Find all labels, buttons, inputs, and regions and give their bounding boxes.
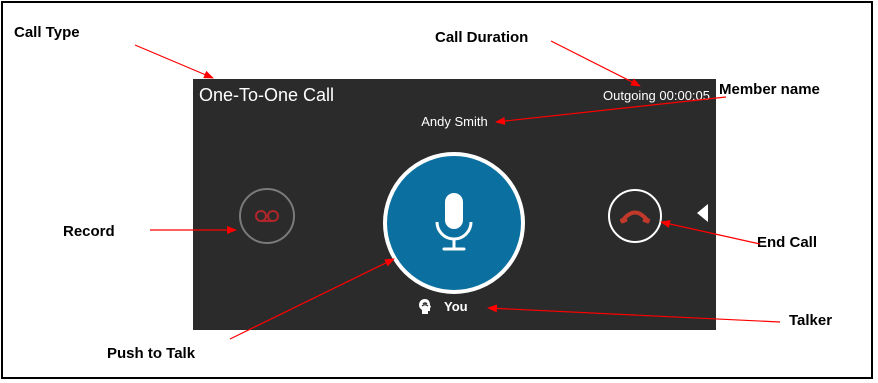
record-button[interactable] — [239, 188, 295, 244]
head-speaking-icon — [419, 299, 431, 314]
call-type-title: One-To-One Call — [199, 85, 335, 105]
callout-call-type: Call Type — [14, 24, 80, 41]
callout-call-duration: Call Duration — [435, 29, 529, 46]
talker-label: You — [444, 299, 468, 314]
triangle-left-icon[interactable] — [697, 204, 708, 222]
callout-end-call: End Call — [757, 234, 818, 251]
push-to-talk-button[interactable] — [383, 152, 525, 294]
voicemail-icon — [255, 210, 279, 222]
call-panel: One-To-One Call Outgoing 00:00:05 Andy S… — [193, 79, 716, 330]
callout-member-name: Member name — [719, 81, 820, 98]
callout-record: Record — [63, 223, 115, 240]
call-duration-status: Outgoing 00:00:05 — [603, 88, 710, 103]
talker-indicator: You — [418, 298, 468, 315]
callout-push-to-talk: Push to Talk — [107, 345, 196, 362]
end-call-button[interactable] — [608, 189, 662, 243]
hang-up-icon — [619, 210, 651, 224]
callout-talker: Talker — [789, 312, 833, 329]
member-name: Andy Smith — [421, 114, 488, 129]
microphone-icon — [435, 193, 473, 251]
